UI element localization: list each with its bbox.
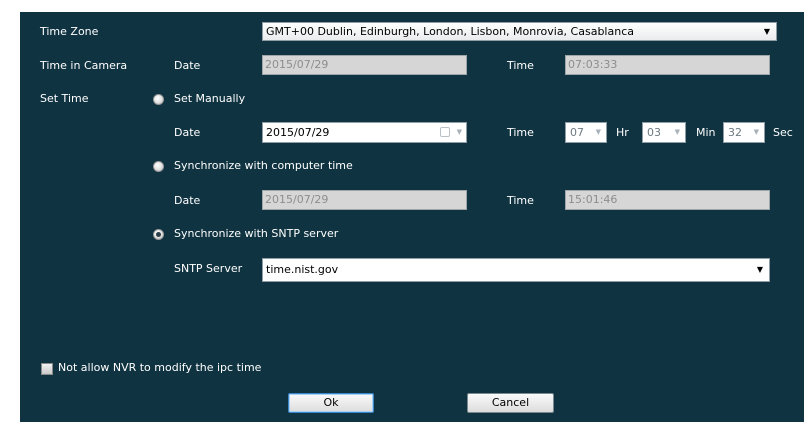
manual-date-value: 2015/07/29 xyxy=(266,126,330,139)
time-zone-select[interactable]: GMT+00 Dublin, Edinburgh, London, Lisbon… xyxy=(262,22,777,41)
manual-date-label: Date xyxy=(174,126,201,139)
chevron-down-icon: ▼ xyxy=(756,265,763,274)
second-value: 32 xyxy=(728,126,742,139)
sync-sntp-label: Synchronize with SNTP server xyxy=(174,227,339,240)
chevron-down-icon: ▼ xyxy=(763,27,770,36)
sync-sntp-radio[interactable] xyxy=(153,229,164,240)
camera-time-field: 07:03:33 xyxy=(565,55,770,75)
second-unit-label: Sec xyxy=(773,126,793,139)
calendar-icon xyxy=(440,127,450,137)
chevron-down-icon: ▼ xyxy=(753,128,759,136)
manual-date-picker[interactable]: 2015/07/29 ▼ xyxy=(262,122,467,143)
computer-date-label: Date xyxy=(174,194,201,207)
computer-time-field: 15:01:46 xyxy=(565,190,770,210)
computer-date-field: 2015/07/29 xyxy=(262,190,467,210)
set-manually-label: Set Manually xyxy=(174,92,246,105)
hour-select[interactable]: 07 ▼ xyxy=(565,122,607,143)
cancel-button[interactable]: Cancel xyxy=(467,393,554,413)
minute-value: 03 xyxy=(647,126,661,139)
time-settings-panel: Time Zone GMT+00 Dublin, Edinburgh, Lond… xyxy=(20,12,804,422)
sync-computer-radio[interactable] xyxy=(153,161,164,172)
camera-date-label: Date xyxy=(174,59,201,72)
chevron-down-icon: ▼ xyxy=(456,128,462,136)
camera-date-field: 2015/07/29 xyxy=(262,55,467,75)
sntp-server-label: SNTP Server xyxy=(174,262,243,275)
sntp-server-select[interactable]: time.nist.gov ▼ xyxy=(262,258,770,282)
minute-select[interactable]: 03 ▼ xyxy=(642,122,686,143)
camera-time-label: Time xyxy=(507,59,534,72)
chevron-down-icon: ▼ xyxy=(595,128,601,136)
time-zone-label: Time Zone xyxy=(40,25,99,38)
second-select[interactable]: 32 ▼ xyxy=(723,122,765,143)
time-zone-value: GMT+00 Dublin, Edinburgh, London, Lisbon… xyxy=(266,25,634,38)
minute-unit-label: Min xyxy=(696,126,716,139)
not-allow-nvr-label: Not allow NVR to modify the ipc time xyxy=(58,361,262,374)
set-time-label: Set Time xyxy=(40,92,89,105)
sync-computer-label: Synchronize with computer time xyxy=(174,159,353,172)
hour-value: 07 xyxy=(570,126,584,139)
not-allow-nvr-checkbox[interactable] xyxy=(41,363,53,375)
hour-unit-label: Hr xyxy=(616,126,629,139)
set-manually-radio[interactable] xyxy=(153,94,164,105)
manual-time-label: Time xyxy=(507,126,534,139)
sntp-server-value: time.nist.gov xyxy=(266,263,339,276)
computer-time-label: Time xyxy=(507,194,534,207)
time-in-camera-label: Time in Camera xyxy=(40,59,128,72)
chevron-down-icon: ▼ xyxy=(674,128,680,136)
ok-button[interactable]: Ok xyxy=(288,393,374,413)
